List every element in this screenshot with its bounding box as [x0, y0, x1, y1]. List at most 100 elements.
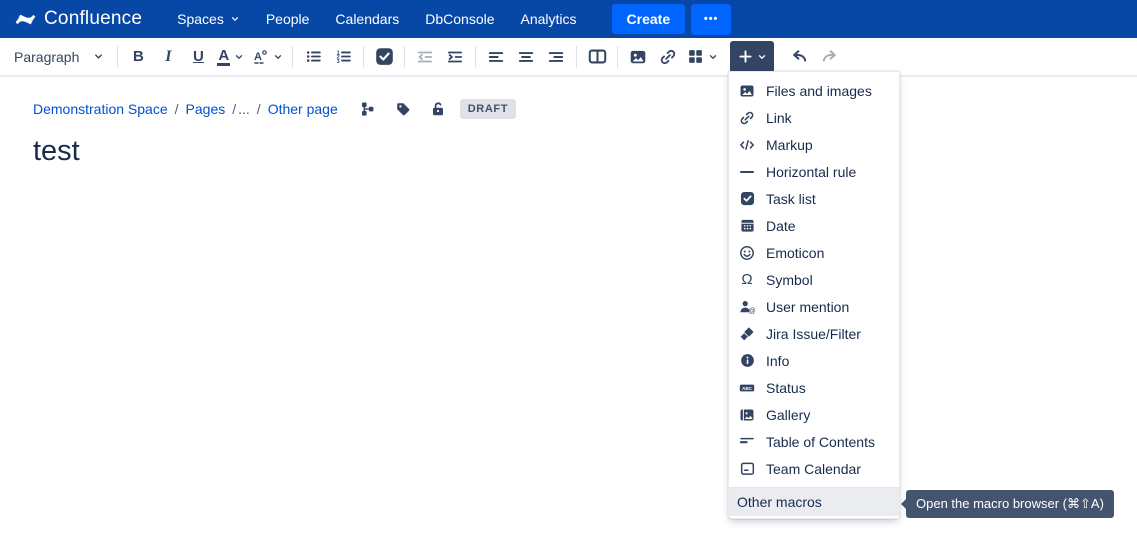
chevron-down-icon — [273, 52, 283, 62]
align-right-button[interactable] — [541, 42, 571, 72]
table-icon — [687, 48, 704, 65]
align-center-button[interactable] — [511, 42, 541, 72]
menu-item-label: Jira Issue/Filter — [766, 326, 861, 342]
status-icon: ABC — [739, 380, 755, 396]
nav-item-analytics[interactable]: Analytics — [508, 0, 590, 38]
toolbar-divider — [617, 46, 618, 68]
menu-item-user-mention[interactable]: @ User mention — [729, 293, 899, 320]
menu-item-label: Link — [766, 110, 792, 126]
menu-item-status[interactable]: ABC Status — [729, 374, 899, 401]
svg-text:A: A — [254, 51, 262, 63]
breadcrumb-collapsed-ellipsis[interactable]: ... — [238, 101, 250, 117]
breadcrumb-space-link[interactable]: Demonstration Space — [33, 101, 168, 117]
breadcrumb-pages-link[interactable]: Pages — [186, 101, 226, 117]
breadcrumb-current-page-link[interactable]: Other page — [268, 101, 338, 117]
menu-item-label: User mention — [766, 299, 849, 315]
nav-item-dbconsole[interactable]: DbConsole — [412, 0, 507, 38]
menu-item-info[interactable]: Info — [729, 347, 899, 374]
menu-item-label: Symbol — [766, 272, 813, 288]
bold-button[interactable]: B — [123, 42, 153, 72]
insert-more-content-button[interactable] — [730, 41, 774, 73]
editor-content-area[interactable]: Demonstration Space / Pages / ... / Othe… — [0, 99, 1137, 168]
menu-item-horizontal-rule[interactable]: Horizontal rule — [729, 158, 899, 185]
horizontal-rule-icon — [739, 164, 755, 180]
menu-item-label: Info — [766, 353, 789, 369]
create-button[interactable]: Create — [612, 4, 686, 34]
link-icon — [739, 110, 755, 126]
menu-item-label: Emoticon — [766, 245, 824, 261]
align-center-icon — [517, 48, 535, 66]
redo-icon — [820, 47, 839, 66]
menu-item-task-list[interactable]: Task list — [729, 185, 899, 212]
menu-bottom-padding — [729, 516, 899, 518]
label-tag-icon — [395, 101, 411, 117]
undo-button[interactable] — [784, 42, 814, 72]
tooltip-arrow — [901, 499, 906, 509]
nav-item-label: DbConsole — [425, 11, 494, 27]
confluence-home-link[interactable]: Confluence — [14, 8, 142, 31]
nav-item-label: People — [266, 11, 310, 27]
confluence-logo-icon — [14, 8, 37, 31]
task-icon — [375, 47, 394, 66]
brand-name: Confluence — [44, 8, 142, 30]
insert-link-button[interactable] — [653, 42, 683, 72]
insert-content-dropdown-menu: Files and images Link Markup Horizontal … — [728, 71, 900, 519]
toc-icon — [739, 434, 755, 450]
page-title[interactable]: test — [33, 135, 1104, 168]
menu-item-label: Table of Contents — [766, 434, 875, 450]
breadcrumb-separator: / — [257, 101, 261, 117]
menu-divider: Other macros — [729, 487, 899, 516]
menu-item-symbol[interactable]: Ω Symbol — [729, 266, 899, 293]
align-right-icon — [547, 48, 565, 66]
menu-item-emoticon[interactable]: Emoticon — [729, 239, 899, 266]
nav-item-calendars[interactable]: Calendars — [322, 0, 412, 38]
paragraph-style-label: Paragraph — [14, 49, 79, 65]
editor-toolbar: Paragraph B I U A A 123 — [0, 38, 1137, 77]
text-color-dropdown[interactable]: A — [213, 42, 248, 72]
menu-item-link[interactable]: Link — [729, 104, 899, 131]
toolbar-divider — [292, 46, 293, 68]
task-list-icon — [739, 191, 755, 207]
page-tree-button[interactable] — [358, 99, 378, 119]
more-formatting-dropdown[interactable]: A — [248, 42, 287, 72]
page-layout-button[interactable] — [582, 42, 612, 72]
bullet-list-button[interactable] — [298, 42, 328, 72]
insert-table-dropdown[interactable] — [683, 42, 722, 72]
task-list-button[interactable] — [369, 42, 399, 72]
toolbar-divider — [475, 46, 476, 68]
insert-image-button[interactable] — [623, 42, 653, 72]
menu-item-gallery[interactable]: Gallery — [729, 401, 899, 428]
jira-icon — [739, 326, 755, 342]
menu-item-markup[interactable]: Markup — [729, 131, 899, 158]
italic-button[interactable]: I — [153, 42, 183, 72]
labels-button[interactable] — [393, 99, 413, 119]
indent-button[interactable] — [440, 42, 470, 72]
nav-more-button[interactable]: ••• — [691, 4, 731, 35]
markup-icon — [739, 137, 755, 153]
restrictions-button[interactable] — [428, 99, 448, 119]
menu-item-label: Files and images — [766, 83, 872, 99]
align-left-button[interactable] — [481, 42, 511, 72]
text-color-icon: A — [217, 48, 230, 66]
menu-item-team-calendar[interactable]: Team Calendar — [729, 455, 899, 482]
chevron-down-icon — [234, 52, 244, 62]
undo-icon — [790, 47, 809, 66]
chevron-down-icon — [93, 51, 104, 62]
nav-item-people[interactable]: People — [253, 0, 323, 38]
menu-item-files-and-images[interactable]: Files and images — [729, 77, 899, 104]
top-navigation-bar: Confluence Spaces People Calendars DbCon… — [0, 0, 1137, 38]
italic-label: I — [165, 48, 171, 66]
toolbar-divider — [117, 46, 118, 68]
emoticon-icon — [739, 245, 755, 261]
nav-item-spaces[interactable]: Spaces — [164, 0, 253, 38]
underline-button[interactable]: U — [183, 42, 213, 72]
menu-item-jira-issue-filter[interactable]: Jira Issue/Filter — [729, 320, 899, 347]
date-icon — [739, 218, 755, 234]
menu-item-other-macros[interactable]: Other macros — [729, 488, 899, 516]
numbered-list-button[interactable]: 123 — [328, 42, 358, 72]
tooltip-text: Open the macro browser (⌘⇧A) — [916, 496, 1104, 511]
paragraph-style-dropdown[interactable]: Paragraph — [8, 42, 112, 72]
bold-label: B — [133, 48, 144, 65]
menu-item-table-of-contents[interactable]: Table of Contents — [729, 428, 899, 455]
menu-item-date[interactable]: Date — [729, 212, 899, 239]
